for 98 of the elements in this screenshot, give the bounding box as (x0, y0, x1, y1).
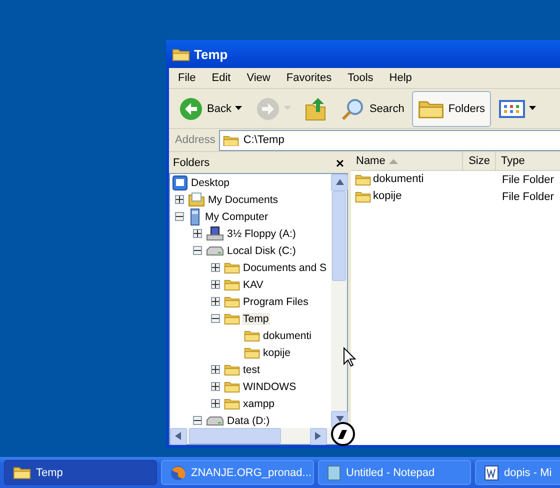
expand-button[interactable] (211, 382, 220, 391)
tree-item[interactable]: My Documents (207, 194, 280, 206)
plus-icon (212, 366, 219, 373)
expand-button[interactable] (211, 263, 220, 272)
plus-icon (176, 196, 183, 203)
globe-icon (170, 464, 186, 480)
minus-icon (194, 417, 201, 424)
plus-icon (212, 264, 219, 271)
column-header[interactable]: Name (351, 152, 463, 170)
drive-icon (206, 414, 224, 426)
views-icon (499, 100, 526, 118)
menu-item[interactable]: Tools (338, 72, 380, 84)
minus-icon (212, 315, 219, 322)
folder-icon (13, 465, 31, 480)
collapse-button[interactable] (175, 212, 184, 221)
folder-icon (224, 278, 240, 291)
tree-item[interactable]: kopije (262, 346, 292, 358)
taskbar-button[interactable]: ZNANJE.ORG_pronad... (161, 460, 314, 485)
expand-button[interactable] (211, 280, 220, 289)
expand-button[interactable] (211, 365, 220, 374)
address-label: Address (175, 134, 216, 146)
plus-icon (212, 383, 219, 390)
drive-icon (206, 244, 224, 256)
column-header[interactable]: Type (496, 152, 560, 170)
tree-item[interactable]: dokumenti (262, 330, 312, 342)
folder-icon (224, 312, 240, 325)
menu-item[interactable]: Help (380, 72, 419, 84)
pane-title: Folders (173, 156, 210, 168)
folder-icon (224, 363, 240, 376)
window-title: Temp (194, 46, 228, 62)
folder-icon (355, 173, 371, 186)
taskbar-button[interactable]: Temp (4, 460, 157, 485)
expand-button[interactable] (211, 297, 220, 306)
collapse-button[interactable] (211, 314, 220, 323)
file-name[interactable]: dokumenti (373, 173, 424, 186)
caret-icon (235, 106, 242, 110)
computer-icon (188, 208, 202, 226)
search-icon (341, 96, 366, 120)
menu-item[interactable]: View (238, 72, 278, 84)
folder-icon (224, 397, 240, 410)
tree-item[interactable]: WINDOWS (242, 380, 298, 392)
taskbar-button[interactable]: Untitled - Notepad (318, 460, 471, 485)
caret-icon (529, 106, 536, 110)
tree-item[interactable]: Data (D:) (226, 414, 271, 426)
tree-item[interactable]: 3½ Floppy (A:) (226, 228, 297, 240)
close-button[interactable]: × (336, 154, 344, 170)
floppy-drive-icon (206, 226, 224, 241)
expand-button[interactable] (175, 195, 184, 204)
expand-button[interactable] (193, 229, 202, 238)
folders-button[interactable]: Folders (412, 90, 492, 126)
tree-item[interactable]: Desktop (190, 176, 231, 188)
file-name[interactable]: kopije (373, 190, 402, 202)
plus-icon (212, 281, 219, 288)
plus-icon (212, 298, 219, 305)
search-button[interactable]: Search (335, 90, 410, 126)
column-header[interactable]: Size (463, 152, 496, 170)
menu-item[interactable]: File (169, 72, 203, 84)
plus-icon (194, 230, 201, 237)
folder-icon (224, 295, 240, 308)
file-type: File Folder (501, 190, 555, 202)
folder-icon (223, 134, 240, 146)
menu-item[interactable]: Favorites (277, 72, 339, 84)
expand-button[interactable] (211, 399, 220, 408)
folder-icon (244, 329, 260, 342)
documents-icon (188, 192, 205, 207)
vertical-scrollbar[interactable] (331, 174, 347, 428)
taskbar-button[interactable]: dopis - Mi (475, 460, 560, 485)
tree-item[interactable]: KAV (242, 278, 264, 290)
tree-item[interactable]: test (242, 364, 261, 376)
folders-icon (418, 98, 444, 119)
scroll-arrow-icon (314, 432, 322, 440)
tree-item[interactable]: Local Disk (C:) (226, 244, 297, 256)
folder-icon (224, 380, 240, 393)
tree-item[interactable]: Program Files (242, 296, 310, 308)
tree-item[interactable]: Temp (242, 312, 270, 324)
file-type: File Folder (501, 174, 555, 186)
minus-icon (194, 247, 201, 254)
tree-item[interactable]: xampp (242, 398, 276, 410)
tree-item[interactable]: Documents and S (242, 262, 328, 274)
notepad-icon (327, 464, 341, 480)
scroll-arrow-icon (174, 432, 182, 440)
folder-icon (224, 261, 240, 274)
back-button[interactable]: Back (173, 90, 248, 126)
minus-icon (176, 213, 183, 220)
sort-arrow-icon (389, 158, 398, 164)
tree-item[interactable]: My Computer (204, 210, 270, 222)
folder-icon (172, 46, 190, 62)
document-icon (484, 464, 499, 480)
menu-item[interactable]: Edit (202, 72, 238, 84)
scroll-arrow-icon (336, 178, 344, 186)
plus-icon (212, 400, 219, 407)
folder-up-icon (305, 96, 328, 120)
collapse-button[interactable] (193, 246, 202, 255)
folder-icon (355, 190, 371, 203)
address-field[interactable]: C:\Temp (219, 130, 560, 150)
scroll-arrow-icon (336, 416, 344, 424)
folder-icon (244, 346, 260, 359)
collapse-button[interactable] (193, 416, 202, 425)
